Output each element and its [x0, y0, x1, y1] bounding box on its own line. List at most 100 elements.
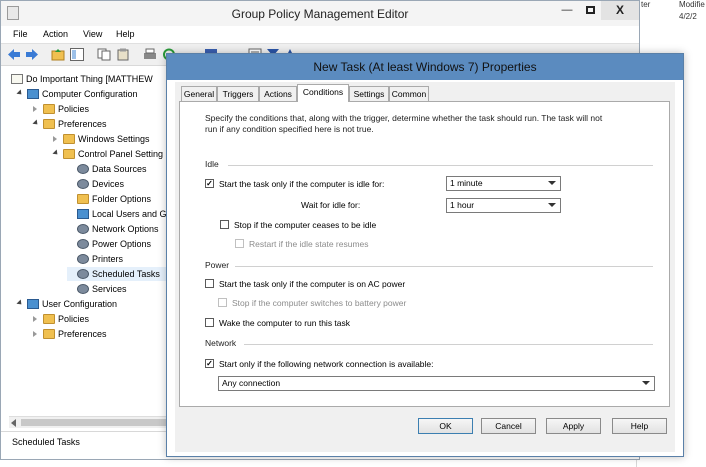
apply-button[interactable]: Apply — [546, 418, 601, 434]
restart-if-idle-check[interactable] — [235, 239, 244, 248]
scroll-left-icon[interactable] — [11, 419, 16, 427]
power-options-icon — [77, 239, 89, 249]
tree-node-label: Services — [92, 284, 127, 294]
tab-common[interactable]: Common — [389, 86, 429, 101]
printers-icon — [77, 254, 89, 264]
tree-node-label: Preferences — [58, 329, 107, 339]
expand-arrow-icon[interactable] — [32, 119, 40, 127]
collapse-arrow-icon[interactable] — [33, 331, 37, 337]
intro-text: Specify the conditions that, along with … — [205, 113, 655, 135]
battery-power-check[interactable] — [218, 298, 227, 307]
tree-node-label: Scheduled Tasks — [92, 269, 160, 279]
tab-general[interactable]: General — [181, 86, 217, 101]
folder-icon — [43, 119, 55, 129]
menu-view[interactable]: View — [83, 29, 102, 39]
local-users-icon — [77, 209, 89, 219]
forward-arrow-icon[interactable] — [25, 48, 39, 61]
folder-icon — [63, 134, 75, 144]
power-divider — [235, 266, 653, 267]
minimize-button[interactable]: — — [557, 1, 577, 20]
collapse-arrow-icon[interactable] — [33, 316, 37, 322]
menu-action[interactable]: Action — [43, 29, 68, 39]
menu-help[interactable]: Help — [116, 29, 135, 39]
tree-node-label: Policies — [58, 104, 90, 114]
network-options-icon — [77, 224, 89, 234]
dialog-title-bar[interactable]: New Task (At least Windows 7) Properties — [167, 54, 683, 80]
column-header-ter[interactable]: ter — [641, 0, 650, 10]
network-connection-check[interactable]: ✓ — [205, 359, 214, 368]
restart-if-idle-label: Restart if the idle state resumes — [249, 239, 369, 249]
print-icon[interactable] — [143, 48, 157, 61]
scrollbar-thumb[interactable] — [21, 419, 171, 426]
idle-duration-value: 1 minute — [450, 178, 483, 188]
collapse-arrow-icon[interactable] — [33, 106, 37, 112]
tree-node-label: Data Sources — [92, 164, 147, 174]
show-hide-tree-icon[interactable] — [70, 48, 84, 61]
menu-bar: File Action View Help — [1, 26, 639, 43]
folder-icon — [43, 104, 55, 114]
menu-file[interactable]: File — [13, 29, 28, 39]
up-folder-icon[interactable] — [51, 48, 65, 61]
maximize-icon — [585, 6, 595, 14]
back-arrow-icon[interactable] — [7, 48, 21, 61]
tree-node-label: User Configuration — [42, 299, 118, 309]
devices-icon — [77, 179, 89, 189]
chevron-down-icon — [548, 181, 556, 185]
expand-arrow-icon[interactable] — [52, 149, 60, 157]
user-icon — [27, 299, 39, 309]
wait-for-idle-label: Wait for idle for: — [301, 200, 361, 210]
tab-triggers[interactable]: Triggers — [217, 86, 259, 101]
tree-node-label: Network Options — [92, 224, 159, 234]
gpo-icon — [11, 74, 23, 84]
tab-conditions[interactable]: Conditions — [297, 84, 349, 102]
folder-icon — [43, 314, 55, 324]
tree-node-label: Preferences — [58, 119, 107, 129]
chevron-down-icon — [642, 381, 650, 385]
wait-for-idle-value: 1 hour — [450, 200, 475, 210]
ac-power-label: Start the task only if the computer is o… — [219, 279, 406, 289]
folder-icon — [63, 149, 75, 159]
battery-power-label: Stop if the computer switches to battery… — [232, 298, 407, 308]
tab-settings[interactable]: Settings — [349, 86, 389, 101]
wait-for-idle-dropdown[interactable]: 1 hour — [446, 198, 561, 213]
task-properties-dialog: New Task (At least Windows 7) Properties… — [166, 53, 684, 457]
services-icon — [77, 284, 89, 294]
wake-computer-check[interactable] — [205, 318, 214, 327]
scheduled-tasks-icon — [77, 269, 89, 279]
tree-horizontal-scrollbar[interactable] — [9, 416, 179, 428]
ac-power-check[interactable] — [205, 279, 214, 288]
tree-node-label: Local Users and G — [92, 209, 167, 219]
start-if-idle-check[interactable]: ✓ — [205, 179, 214, 188]
data-sources-icon — [77, 164, 89, 174]
network-connection-value: Any connection — [222, 378, 281, 388]
status-text: Scheduled Tasks — [12, 437, 80, 447]
folder-icon — [43, 329, 55, 339]
copy-icon[interactable] — [97, 48, 111, 61]
tree-node-label: Control Panel Setting — [78, 149, 164, 159]
expand-arrow-icon[interactable] — [16, 299, 24, 307]
paste-icon[interactable] — [116, 48, 130, 61]
tab-actions[interactable]: Actions — [259, 86, 297, 101]
close-button[interactable]: X — [601, 1, 639, 20]
maximize-button[interactable] — [579, 1, 601, 20]
expand-arrow-icon[interactable] — [16, 89, 24, 97]
power-section-label: Power — [205, 260, 230, 270]
tree-node-label: Do Important Thing [MATTHEW — [26, 74, 153, 84]
idle-duration-dropdown[interactable]: 1 minute — [446, 176, 561, 191]
ok-button[interactable]: OK — [418, 418, 473, 434]
chevron-down-icon — [548, 203, 556, 207]
tree-node-scheduled-tasks[interactable]: Scheduled Tasks — [67, 267, 179, 281]
stop-if-ceases-label: Stop if the computer ceases to be idle — [234, 220, 377, 230]
cancel-button[interactable]: Cancel — [481, 418, 536, 434]
tree-node-label: Printers — [92, 254, 124, 264]
column-header-modified[interactable]: Modifie — [679, 0, 705, 10]
help-button[interactable]: Help — [612, 418, 667, 434]
stop-if-ceases-check[interactable] — [220, 220, 229, 229]
folder-options-icon — [77, 194, 89, 204]
network-section-label: Network — [205, 338, 237, 348]
tree-node-label: Windows Settings — [78, 134, 150, 144]
network-divider — [244, 344, 653, 345]
gpme-title-bar[interactable]: Group Policy Management Editor — X — [1, 1, 639, 26]
collapse-arrow-icon[interactable] — [53, 136, 57, 142]
network-connection-dropdown[interactable]: Any connection — [218, 376, 655, 391]
